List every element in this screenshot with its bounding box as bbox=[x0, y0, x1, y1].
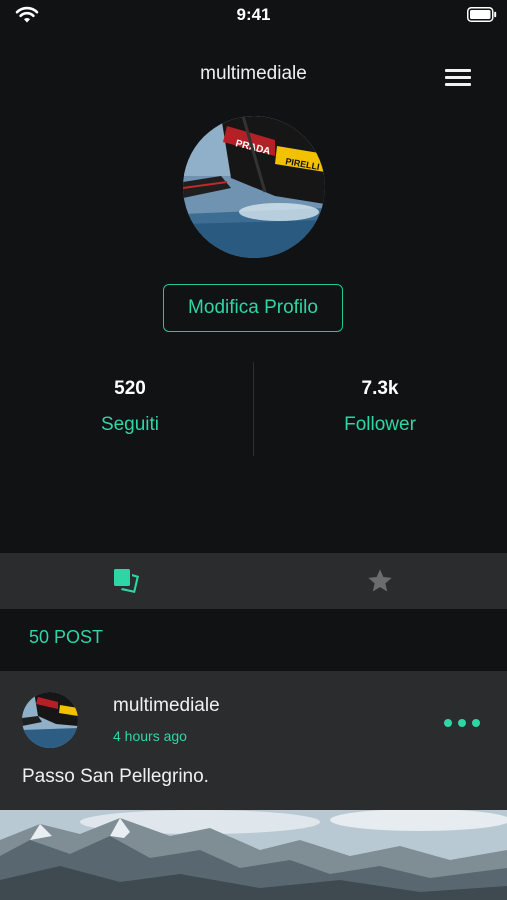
followers-count: 7.3k bbox=[361, 378, 399, 399]
followers-label: Follower bbox=[344, 414, 416, 435]
post-author-avatar[interactable] bbox=[22, 692, 78, 748]
more-dots-icon[interactable] bbox=[440, 715, 484, 733]
posts-grid-icon bbox=[114, 569, 139, 593]
status-time: 9:41 bbox=[236, 5, 271, 24]
profile-tabs bbox=[0, 553, 507, 609]
following-label: Seguiti bbox=[100, 414, 160, 435]
following-stat[interactable]: 520 Seguiti bbox=[30, 378, 230, 436]
post-card: multimediale 4 hours ago Passo San Pelle… bbox=[0, 671, 507, 810]
hamburger-menu-icon[interactable] bbox=[440, 64, 474, 90]
status-bar: 9:41 bbox=[0, 0, 507, 30]
posts-count: 50 POST bbox=[29, 627, 104, 647]
sailboat-photo-thumb bbox=[22, 692, 78, 748]
profile-username-title: multimediale bbox=[200, 63, 307, 84]
post-caption: Passo San Pellegrino. bbox=[22, 766, 209, 787]
edit-profile-button[interactable]: Modifica Profilo bbox=[163, 284, 343, 332]
followers-stat[interactable]: 7.3k Follower bbox=[280, 378, 480, 436]
stats-divider bbox=[253, 362, 254, 456]
sailboat-photo: PRADA PIRELLI bbox=[183, 116, 325, 258]
battery-icon bbox=[467, 7, 497, 22]
profile-avatar[interactable]: PRADA PIRELLI bbox=[183, 116, 325, 258]
post-timestamp: 4 hours ago bbox=[113, 728, 187, 744]
post-author-name[interactable]: multimediale bbox=[113, 695, 220, 717]
post-image[interactable] bbox=[0, 810, 507, 900]
star-icon bbox=[368, 569, 392, 592]
tab-posts[interactable] bbox=[0, 553, 253, 609]
tab-favorites[interactable] bbox=[254, 553, 507, 609]
following-count: 520 bbox=[114, 378, 146, 399]
mountain-landscape-photo bbox=[0, 810, 507, 900]
